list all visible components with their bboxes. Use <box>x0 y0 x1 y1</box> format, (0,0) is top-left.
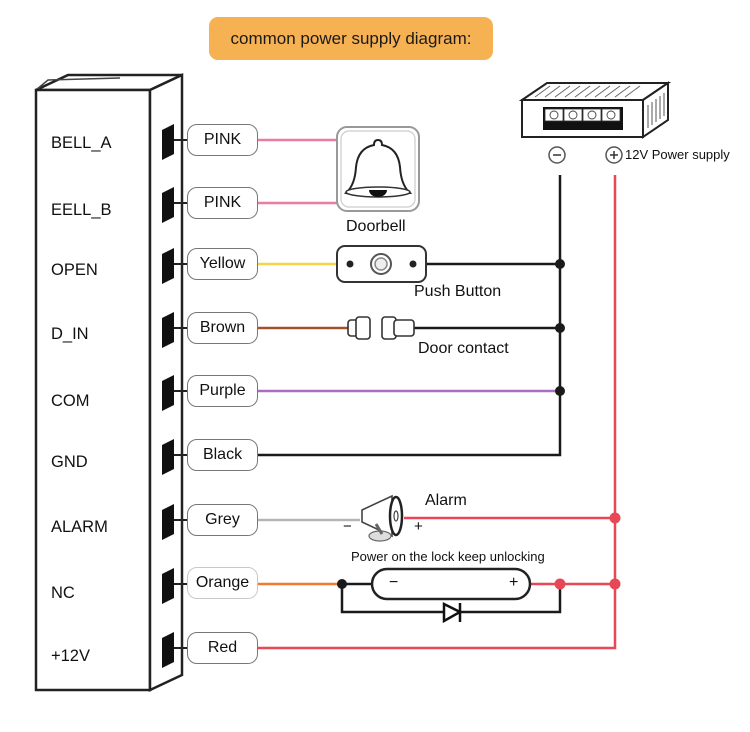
terminal-block <box>162 248 174 284</box>
terminal-block <box>162 187 174 223</box>
alarm-label: Alarm <box>425 492 467 509</box>
pin-label-gnd: GND <box>51 453 88 471</box>
lock-caption: Power on the lock keep unlocking <box>351 549 545 564</box>
wire-tag-grey: Grey <box>187 504 258 536</box>
lock-minus-sign: − <box>389 574 399 591</box>
wire-tag-pink-b: PINK <box>187 187 258 219</box>
alarm-plus-sign: + <box>414 518 423 535</box>
terminal-block <box>162 504 174 540</box>
pin-label-alarm: ALARM <box>51 518 108 536</box>
alarm-siren-icon <box>361 494 404 542</box>
door-contact-label: Door contact <box>418 340 509 357</box>
terminal-block <box>162 124 174 160</box>
pin-label-bell-b: EELL_B <box>51 201 112 219</box>
lock-plus-sign: + <box>509 574 519 591</box>
wire-tag-purple: Purple <box>187 375 258 407</box>
terminal-block <box>162 375 174 411</box>
pin-label-bell-a: BELL_A <box>51 134 112 152</box>
push-button-label: Push Button <box>414 283 502 300</box>
alarm-minus-sign: − <box>343 518 352 535</box>
pin-label-nc: NC <box>51 584 75 602</box>
wire-tag-red: Red <box>187 632 258 664</box>
doorbell-icon <box>336 126 420 212</box>
power-supply-icon <box>518 81 672 139</box>
door-contact-icon <box>347 316 415 340</box>
pin-label-open: OPEN <box>51 261 98 279</box>
wire-tag-brown: Brown <box>187 312 258 344</box>
wire-tag-pink-a: PINK <box>187 124 258 156</box>
terminal-block <box>162 632 174 668</box>
junction-dot <box>337 579 347 589</box>
power-supply-label: 12V Power supply <box>625 147 730 162</box>
wire-tag-black: Black <box>187 439 258 471</box>
pin-label-com: COM <box>51 392 90 410</box>
wire-black-gnd <box>258 175 562 457</box>
junction-dot <box>555 386 565 396</box>
terminal-block <box>162 568 174 604</box>
terminal-block <box>162 312 174 348</box>
junction-dot <box>609 512 621 524</box>
push-button-icon <box>336 245 427 283</box>
pin-label-d-in: D_IN <box>51 325 89 343</box>
junction-dot <box>555 259 565 269</box>
junction-dot <box>554 578 566 590</box>
doorbell-label: Doorbell <box>346 218 406 235</box>
wire-tag-orange: Orange <box>187 567 258 599</box>
terminal-block <box>162 439 174 475</box>
wire-tag-yellow: Yellow <box>187 248 258 280</box>
wiring-diagram <box>34 73 672 692</box>
ps-positive-terminal-icon <box>605 146 623 164</box>
junction-dot <box>609 578 621 590</box>
ps-negative-terminal-icon <box>548 146 566 164</box>
junction-dot <box>555 323 565 333</box>
pin-label-12v: +12V <box>51 647 90 665</box>
diode-icon <box>442 601 463 624</box>
